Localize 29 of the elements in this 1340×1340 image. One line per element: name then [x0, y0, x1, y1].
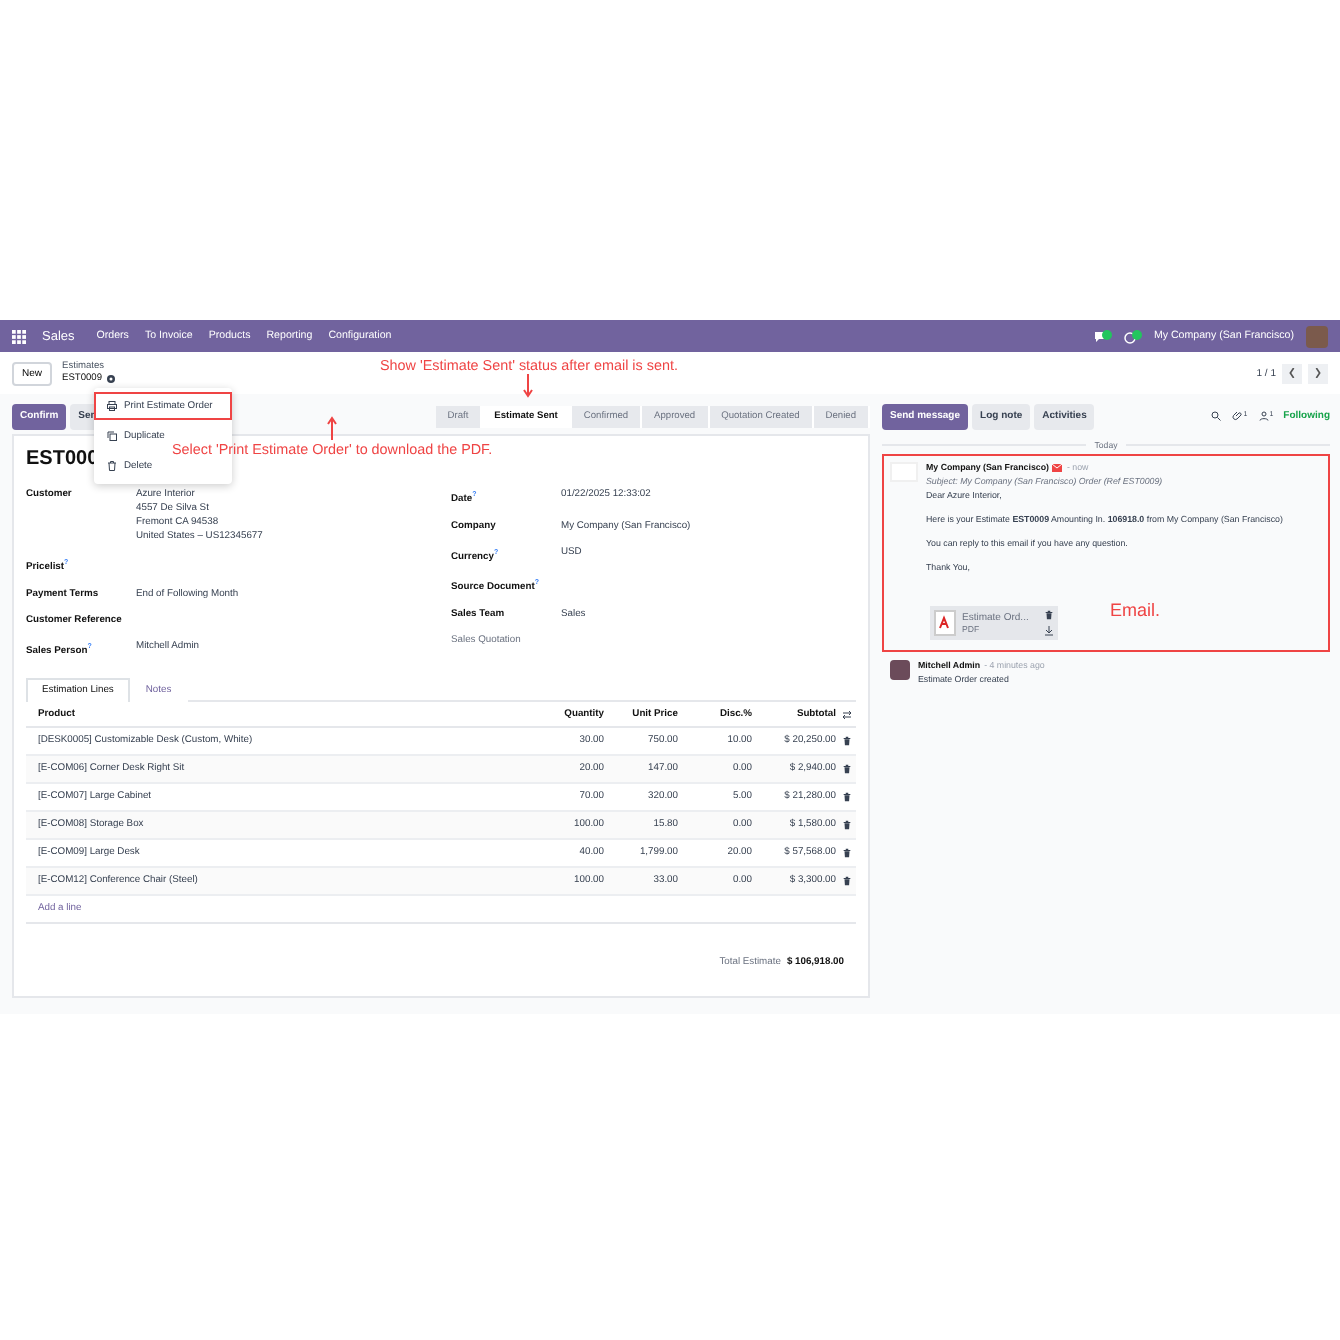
trash-icon[interactable] [841, 848, 851, 859]
arrow-icon [522, 374, 535, 398]
chevron-left-icon [1288, 368, 1296, 378]
gear-icon[interactable] [106, 374, 117, 384]
trash-icon[interactable] [841, 736, 851, 747]
next-button[interactable] [1308, 363, 1328, 383]
clock-icon[interactable] [1123, 329, 1142, 343]
paperclip-icon[interactable] [1231, 410, 1244, 422]
chevron-right-icon [1314, 368, 1322, 378]
trash-icon[interactable] [1044, 610, 1054, 620]
swap-icon[interactable] [841, 709, 851, 720]
trash-icon [106, 460, 118, 472]
search-icon[interactable] [1209, 410, 1222, 422]
apps-grid-icon[interactable] [12, 329, 26, 343]
trash-icon[interactable] [841, 820, 851, 831]
trash-icon[interactable] [841, 792, 851, 803]
annotation-text: Email. [1110, 600, 1161, 620]
pdf-file-icon [934, 610, 956, 636]
envelope-icon [1052, 463, 1063, 471]
copy-icon [106, 430, 118, 442]
printer-icon [106, 400, 118, 412]
arrow-icon [326, 416, 339, 440]
previous-button[interactable] [1282, 363, 1302, 383]
download-icon[interactable] [1044, 626, 1054, 636]
chat-icon[interactable] [1093, 329, 1112, 343]
trash-icon[interactable] [841, 764, 851, 775]
user-avatar [890, 660, 910, 680]
trash-icon[interactable] [841, 876, 851, 887]
person-icon[interactable] [1257, 410, 1270, 422]
